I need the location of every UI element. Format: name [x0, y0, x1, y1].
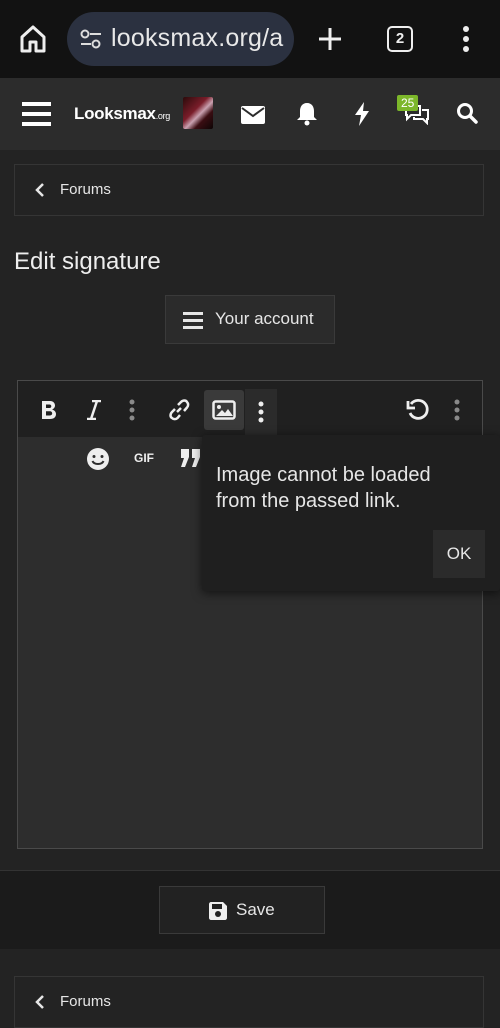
breadcrumb-label: Forums	[60, 993, 111, 1010]
breadcrumb[interactable]: Forums	[14, 976, 484, 1028]
error-dialog: Image cannot be loaded from the passed l…	[202, 435, 500, 591]
dialog-message: Image cannot be loaded from the passed l…	[216, 464, 431, 512]
undo-icon[interactable]	[398, 390, 438, 430]
logo-text: Looksmax	[74, 104, 156, 123]
alerts-badge: 25	[397, 95, 419, 111]
link-icon[interactable]	[159, 390, 199, 430]
new-tab-icon[interactable]	[316, 25, 344, 53]
editor-toolbar	[18, 381, 482, 437]
envelope-icon[interactable]	[241, 106, 265, 124]
logo-suffix: .org	[155, 111, 171, 121]
italic-icon[interactable]	[74, 390, 114, 430]
breadcrumb[interactable]: Forums	[14, 164, 484, 216]
menu-icon[interactable]	[22, 101, 52, 127]
your-account-label: Your account	[215, 309, 314, 328]
url-text: looksmax.org/a	[111, 24, 284, 52]
site-logo[interactable]: Looksmax.org	[74, 104, 170, 124]
floppy-disk-icon	[208, 901, 228, 921]
save-button[interactable]: Save	[159, 886, 325, 934]
site-settings-icon[interactable]	[79, 28, 103, 50]
bell-icon[interactable]	[296, 102, 318, 126]
browser-menu-icon[interactable]	[456, 24, 476, 54]
ok-button[interactable]: OK	[433, 530, 485, 578]
chevron-left-icon	[35, 183, 45, 197]
address-bar[interactable]: looksmax.org/a	[67, 12, 294, 66]
breadcrumb-label: Forums	[60, 181, 111, 198]
home-icon[interactable]	[19, 24, 47, 54]
smiley-icon[interactable]	[86, 447, 110, 471]
more-options-icon[interactable]	[437, 390, 477, 430]
form-footer: Save	[0, 870, 500, 949]
more-options-icon[interactable]	[245, 389, 277, 435]
more-options-icon[interactable]	[112, 390, 152, 430]
site-header: Looksmax.org 25	[0, 78, 500, 150]
image-icon[interactable]	[204, 390, 244, 430]
gif-icon[interactable]: GIF	[134, 451, 154, 465]
your-account-button[interactable]: Your account	[165, 295, 335, 344]
page-title: Edit signature	[14, 248, 161, 275]
tab-switcher-button[interactable]: 2	[387, 26, 413, 52]
browser-toolbar: looksmax.org/a 2	[0, 0, 500, 78]
search-icon[interactable]	[456, 102, 478, 124]
quote-icon[interactable]	[180, 447, 202, 469]
lightning-icon[interactable]	[354, 102, 370, 126]
menu-icon	[183, 311, 203, 329]
bold-icon[interactable]	[29, 390, 69, 430]
chevron-left-icon	[35, 995, 45, 1009]
avatar[interactable]	[183, 97, 213, 129]
save-label: Save	[236, 900, 275, 919]
